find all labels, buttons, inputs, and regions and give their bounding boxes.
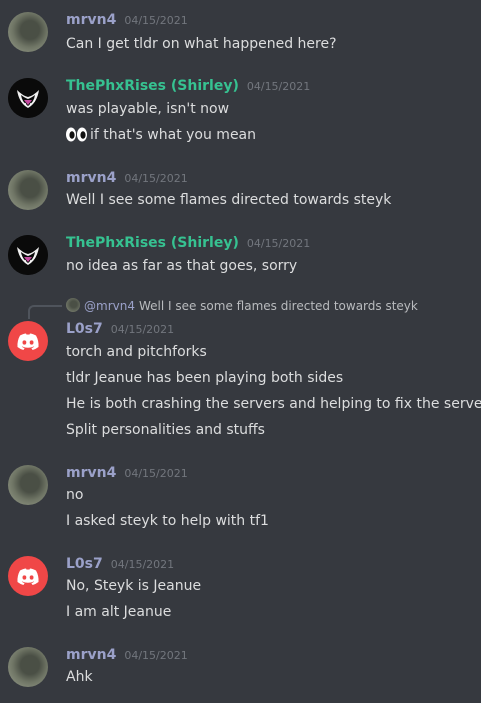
reply-text: Well I see some flames directed towards … — [138, 299, 418, 313]
avatar[interactable] — [8, 556, 48, 596]
author-line: L0s7 04/15/2021 — [66, 321, 174, 337]
avatar[interactable] — [8, 12, 48, 52]
author-name[interactable]: L0s7 — [66, 321, 103, 337]
author-name[interactable]: ThePhxRises (Shirley) — [66, 235, 239, 251]
message-text: No, Steyk is Jeanue — [66, 578, 202, 594]
author-name[interactable]: mrvn4 — [66, 12, 116, 28]
avatar[interactable] — [8, 235, 48, 275]
message-text: Can I get tldr on what happened here? — [66, 36, 337, 52]
timestamp: 04/15/2021 — [110, 323, 175, 336]
discord-logo-icon — [17, 333, 39, 350]
author-line: mrvn4 04/15/2021 — [66, 465, 188, 481]
author-line: ThePhxRises (Shirley) 04/15/2021 — [66, 235, 310, 251]
author-line: mrvn4 04/15/2021 — [66, 647, 188, 663]
avatar[interactable] — [8, 170, 48, 210]
timestamp: 04/15/2021 — [110, 558, 175, 571]
timestamp: 04/15/2021 — [124, 467, 188, 480]
avatar[interactable] — [8, 321, 48, 361]
message-text: He is both crashing the servers and help… — [66, 396, 481, 412]
author-name[interactable]: mrvn4 — [66, 465, 116, 481]
timestamp: 04/15/2021 — [246, 80, 311, 93]
venom-avatar-icon — [8, 78, 48, 118]
reply-connector — [28, 305, 62, 319]
venom-avatar-icon — [8, 235, 48, 275]
timestamp: 04/15/2021 — [124, 14, 188, 27]
message-text-with-emoji: if that's what you mean — [66, 127, 256, 146]
message-text: torch and pitchforks — [66, 344, 207, 360]
author-line: mrvn4 04/15/2021 — [66, 170, 188, 186]
message-text: Split personalities and stuffs — [66, 422, 265, 438]
reply-author[interactable]: @mrvn4 — [84, 299, 135, 313]
author-name[interactable]: mrvn4 — [66, 647, 116, 663]
avatar[interactable] — [8, 78, 48, 118]
author-name[interactable]: ThePhxRises (Shirley) — [66, 78, 239, 94]
chat-log: mrvn4 04/15/2021 Can I get tldr on what h… — [0, 0, 481, 703]
message-text: tldr Jeanue has been playing both sides — [66, 370, 344, 386]
author-name[interactable]: L0s7 — [66, 556, 103, 572]
message-text: no idea as far as that goes, sorry — [66, 258, 298, 274]
author-line: mrvn4 04/15/2021 — [66, 12, 188, 28]
discord-logo-icon — [17, 568, 39, 585]
author-name[interactable]: mrvn4 — [66, 170, 116, 186]
timestamp: 04/15/2021 — [124, 172, 188, 185]
message-text: if that's what you mean — [90, 127, 257, 143]
message-text: no — [66, 487, 84, 503]
message-text: Ahk — [66, 669, 93, 685]
timestamp: 04/15/2021 — [246, 237, 311, 250]
avatar[interactable] — [8, 465, 48, 505]
message-text: Well I see some flames directed towards … — [66, 192, 392, 208]
message-text: was playable, isn't now — [66, 101, 230, 117]
reply-preview[interactable]: @mrvn4 Well I see some flames directed to… — [66, 298, 418, 313]
message-text: I asked steyk to help with tf1 — [66, 513, 269, 529]
message-text: I am alt Jeanue — [66, 604, 172, 620]
eyes-emoji-icon — [66, 127, 87, 146]
author-line: ThePhxRises (Shirley) 04/15/2021 — [66, 78, 310, 94]
author-line: L0s7 04/15/2021 — [66, 556, 174, 572]
avatar[interactable] — [8, 647, 48, 687]
timestamp: 04/15/2021 — [124, 649, 188, 662]
reply-avatar — [66, 298, 80, 312]
